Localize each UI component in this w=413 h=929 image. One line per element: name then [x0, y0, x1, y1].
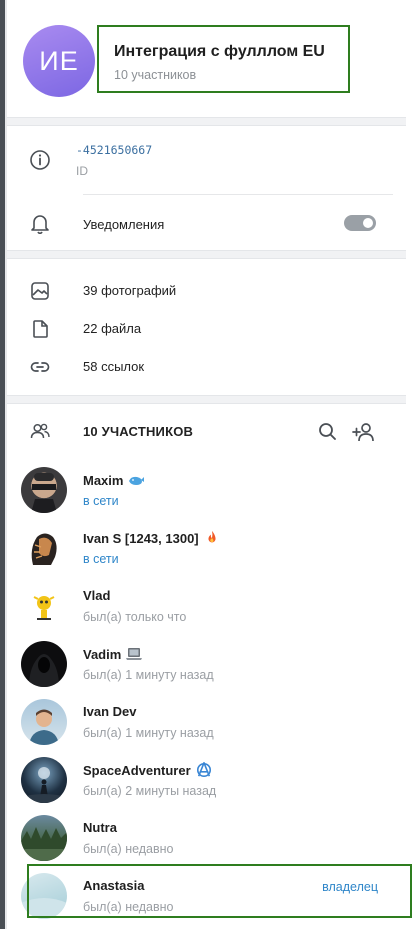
member-status: был(а) только что: [83, 610, 187, 624]
member-row[interactable]: Ivan Dev был(а) 1 минуту назад: [7, 696, 406, 754]
photos-count: 39 фотографий: [83, 283, 177, 298]
member-row[interactable]: Maxim в сети: [7, 464, 406, 522]
links-count: 58 ссылок: [83, 359, 145, 374]
member-name: Nutra: [83, 820, 117, 835]
title-highlight-box: [97, 25, 350, 93]
chat-id-value[interactable]: -4521650667: [76, 143, 152, 157]
member-avatar: [21, 583, 67, 629]
member-avatar: [21, 815, 67, 861]
notifications-label: Уведомления: [83, 217, 165, 232]
member-name: SpaceAdventurer: [83, 762, 213, 778]
section-separator: [7, 395, 406, 404]
member-status: в сети: [83, 494, 119, 508]
search-icon[interactable]: [316, 420, 340, 444]
member-avatar: [21, 525, 67, 571]
member-avatar: [21, 699, 67, 745]
member-avatar: [21, 467, 67, 513]
links-row[interactable]: 58 ссылок: [7, 348, 406, 386]
member-status: был(а) 1 минуту назад: [83, 668, 214, 682]
add-member-icon[interactable]: [352, 420, 376, 444]
files-count: 22 файла: [83, 321, 142, 336]
notifications-toggle[interactable]: [344, 215, 376, 231]
section-separator: [7, 117, 406, 126]
laptop-icon: [126, 648, 143, 660]
member-row[interactable]: Vadim был(а) 1 минуту назад: [7, 638, 406, 696]
id-row[interactable]: [7, 127, 406, 194]
member-name: Vlad: [83, 588, 111, 603]
photo-icon: [29, 280, 51, 302]
file-icon: [29, 318, 51, 340]
member-row[interactable]: Nutra был(а) недавно: [7, 812, 406, 870]
member-name: Vadim: [83, 646, 143, 662]
member-name: Ivan Dev: [83, 704, 137, 719]
member-status: был(а) недавно: [83, 842, 174, 856]
section-separator: [7, 250, 406, 259]
member-avatar: [21, 641, 67, 687]
member-avatar: [21, 757, 67, 803]
photos-row[interactable]: 39 фотографий: [7, 272, 406, 310]
member-status: был(а) 1 минуту назад: [83, 726, 214, 740]
chat-id-label: ID: [76, 164, 88, 178]
member-status: был(а) 2 минуты назад: [83, 784, 217, 798]
owner-highlight-box: [27, 864, 412, 918]
member-name: Maxim: [83, 472, 145, 488]
whale-icon: [129, 476, 145, 485]
member-row[interactable]: Ivan S [1243, 1300] в сети: [7, 522, 406, 580]
bell-icon: [29, 212, 51, 235]
member-status: в сети: [83, 552, 119, 566]
member-name: Ivan S [1243, 1300]: [83, 530, 221, 546]
group-avatar[interactable]: ИЕ: [23, 25, 95, 97]
anarchy-icon: [196, 762, 211, 778]
link-icon: [29, 356, 51, 378]
members-section-title: 10 УЧАСТНИКОВ: [83, 424, 194, 439]
members-icon: [29, 420, 51, 442]
member-row[interactable]: SpaceAdventurer был(а) 2 минуты назад: [7, 754, 406, 812]
member-row[interactable]: Vlad был(а) только что: [7, 580, 406, 638]
files-row[interactable]: 22 файла: [7, 310, 406, 348]
info-icon: [29, 149, 51, 171]
fire-icon: [208, 530, 216, 543]
divider: [83, 194, 393, 195]
